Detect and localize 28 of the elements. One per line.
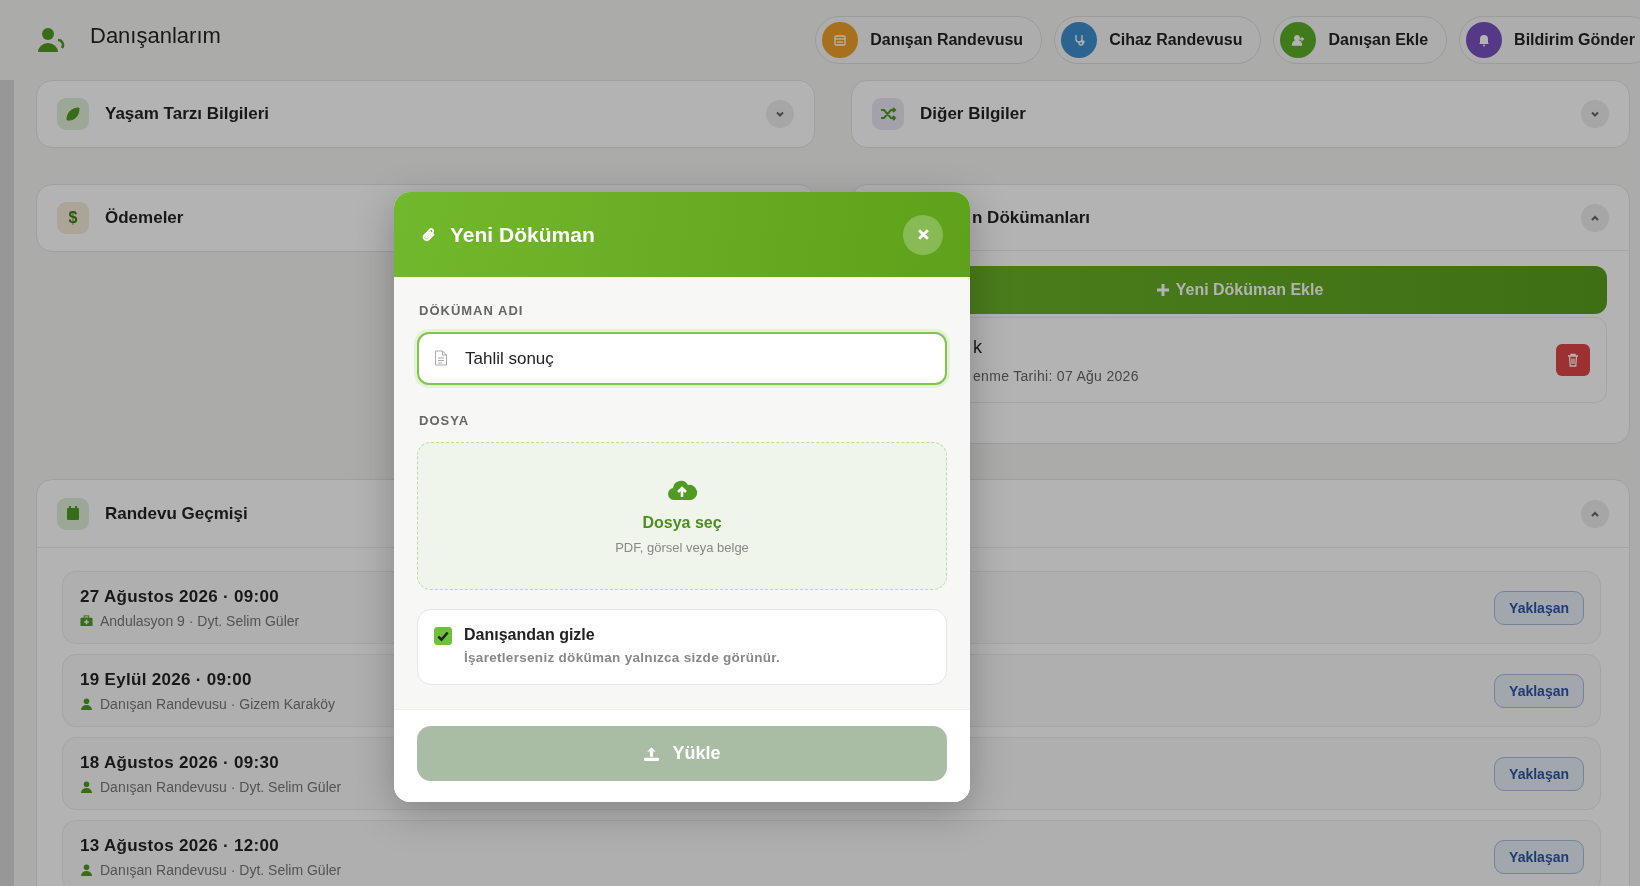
section-title: Ödemeler [105,208,184,228]
drop-zone-hint: PDF, görsel veya belge [615,539,749,555]
page-title: Danışanlarım [90,23,221,49]
appointment-datetime: 19 Eylül 2026 · 09:00 [80,669,252,690]
section-title: Yaşam Tarzı Bilgileri [105,104,270,124]
field-label: DÖKÜMAN ADI [419,303,525,318]
dialog-title: Yeni Döküman [450,222,595,247]
appointment-datetime: 18 Ağustos 2026 · 09:30 [80,752,280,773]
status-badge: Yaklaşan [1494,673,1584,708]
appointment-datetime: 13 Ağustos 2026 · 12:00 [80,835,280,856]
appointment-detail: Danışan Randevusu · Dyt. Selim Güler [100,861,342,878]
dollar-icon: $ [57,202,89,234]
appointment-datetime: 27 Ağustos 2026 · 09:00 [80,586,280,607]
appointment-detail: Andulasyon 9 · Dyt. Selim Güler [100,612,300,629]
status-badge: Yaklaşan [1494,756,1584,791]
drop-zone-title: Dosya seç [642,513,722,532]
document-date: enme Tarihi: 07 Ağu 2026 [973,367,1139,384]
field-label: DOSYA [419,413,471,428]
appointment-detail: Danışan Randevusu · Gizem Karaköy [100,695,335,712]
section-title: Diğer Bilgiler [920,104,1026,124]
section-title: n Dökümanları [971,207,1091,228]
status-badge: Yaklaşan [1494,590,1584,625]
document-title: k [973,336,982,358]
appointment-detail: Danışan Randevusu · Dyt. Selim Güler [100,778,342,795]
checkbox-label: Danışandan gizle [464,626,596,644]
checkbox-hint: İşaretlerseniz döküman yalnızca sizde görünür. [464,650,781,665]
status-badge: Yaklaşan [1494,839,1584,874]
section-title: Randevu Geçmişi [105,503,248,524]
